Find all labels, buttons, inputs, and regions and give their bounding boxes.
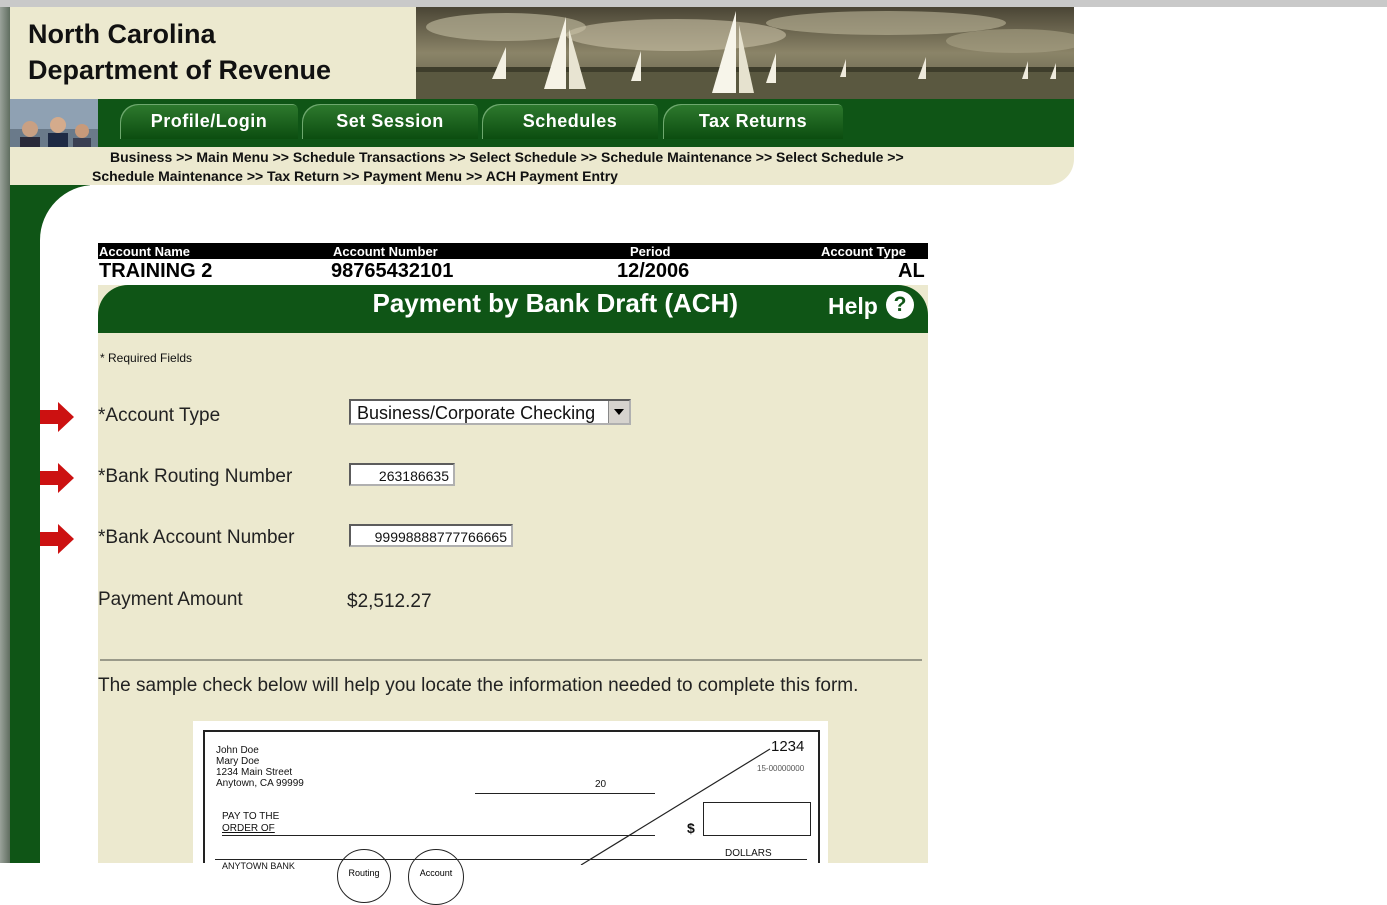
tab-set-session[interactable]: Set Session <box>302 104 478 139</box>
divider <box>100 659 922 661</box>
period-value: 12/2006 <box>617 260 690 282</box>
sample-check: John Doe Mary Doe 1234 Main Street Anyto… <box>203 730 820 905</box>
account-number-header: Account Number <box>333 244 438 259</box>
window-left-edge <box>0 7 10 863</box>
account-name-value: TRAINING 2 <box>99 260 213 282</box>
tab-tax-returns[interactable]: Tax Returns <box>663 104 843 139</box>
account-name-header: Account Name <box>99 244 191 259</box>
account-type-header: Account Type <box>821 244 906 259</box>
chevron-down-icon[interactable] <box>608 401 629 423</box>
header-banner-sailboats <box>416 7 1074 99</box>
account-number-value: 98765432101 <box>331 260 454 282</box>
routing-number-input[interactable] <box>349 463 455 486</box>
routing-number-label: *Bank Routing Number <box>98 466 293 487</box>
agency-name-line2: Department of Revenue <box>28 55 332 85</box>
breadcrumb-line-2: Schedule Maintenance >> Tax Return >> Pa… <box>92 168 618 184</box>
account-header-bar <box>98 243 928 259</box>
page: North Carolina Department of Revenue Pro… <box>10 7 1074 905</box>
check-pointer-line <box>580 748 771 865</box>
account-type-value: AL <box>898 260 925 282</box>
agency-name-line1: North Carolina <box>28 19 216 49</box>
breadcrumb-line-1: Business >> Main Menu >> Schedule Transa… <box>110 149 904 165</box>
payment-amount-value: $2,512.27 <box>347 591 432 612</box>
sample-check-note: The sample check below will help you loc… <box>98 675 859 696</box>
window-top-edge <box>0 0 1387 7</box>
period-header: Period <box>630 244 671 259</box>
red-arrow-icon <box>40 524 74 554</box>
tab-schedules[interactable]: Schedules <box>482 104 658 139</box>
account-type-select[interactable]: Business/Corporate Checking <box>349 399 631 425</box>
tab-profile-login[interactable]: Profile/Login <box>120 104 298 139</box>
payment-amount-label: Payment Amount <box>98 589 243 610</box>
help-link[interactable]: Help <box>828 293 878 320</box>
account-type-select-value: Business/Corporate Checking <box>357 403 596 423</box>
red-arrow-icon <box>40 463 74 493</box>
account-type-label: *Account Type <box>98 405 221 426</box>
help-icon[interactable]: ? <box>886 291 914 319</box>
required-fields-note: * Required Fields <box>100 351 193 365</box>
red-arrow-icon <box>40 402 74 432</box>
form-title: Payment by Bank Draft (ACH) <box>372 288 738 318</box>
account-number-label: *Bank Account Number <box>98 527 295 548</box>
account-number-input[interactable] <box>349 524 513 547</box>
